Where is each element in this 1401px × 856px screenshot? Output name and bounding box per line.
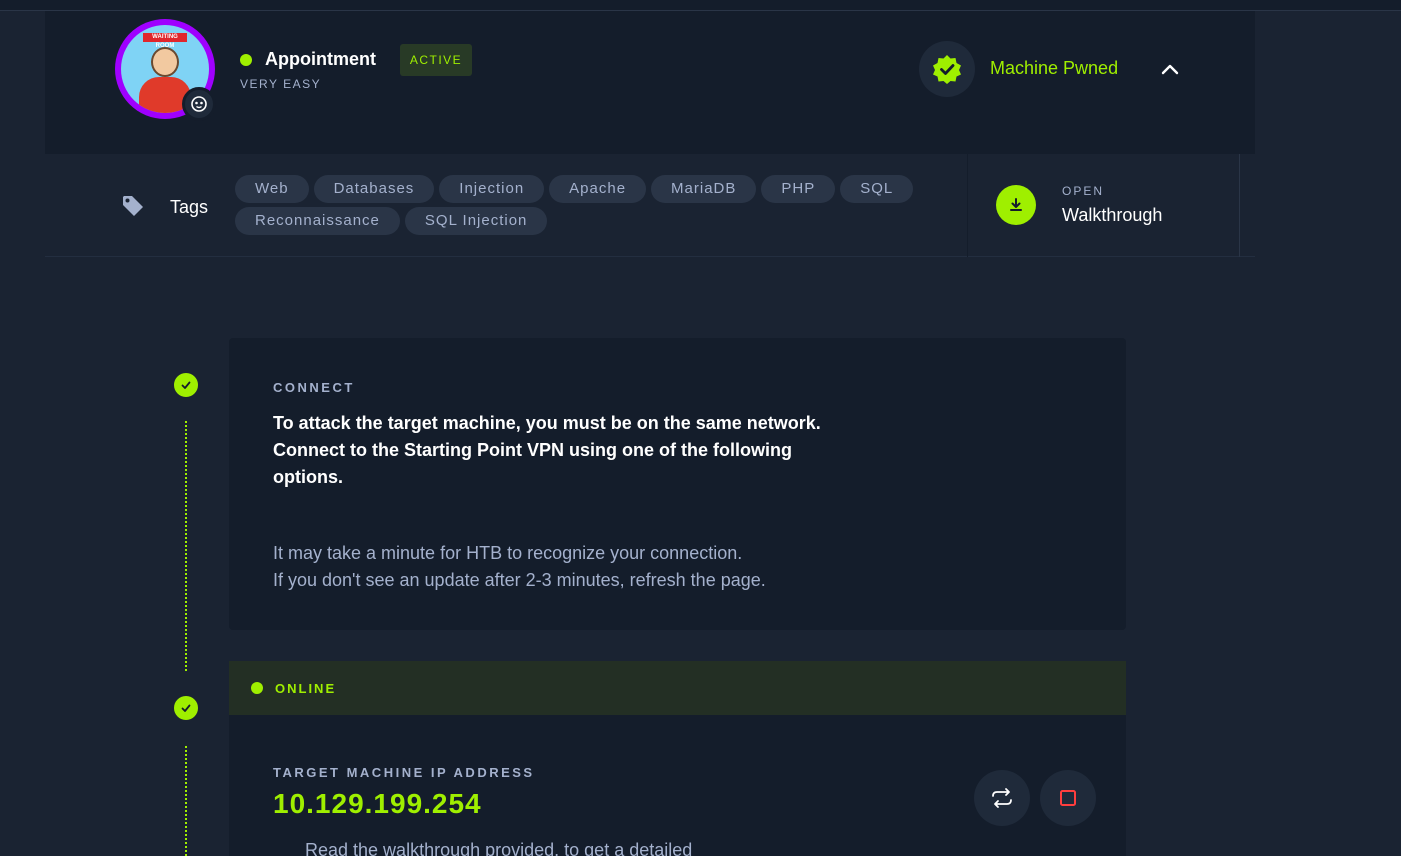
machine-title: Appointment [240,49,376,70]
top-navbar [0,0,1401,11]
online-status-bar: ONLINE [229,661,1126,715]
tag-chip[interactable]: Apache [549,175,647,203]
connect-line-1: To attack the target machine, you must b… [273,413,821,433]
tag-chip[interactable]: PHP [761,175,836,203]
timeline-connector [185,746,187,856]
tag-chip[interactable]: SQL [840,175,914,203]
connect-note-2: If you don't see an update after 2-3 min… [273,570,766,590]
machine-pwned-label: Machine Pwned [990,58,1119,78]
reset-machine-button[interactable] [974,770,1030,826]
pwned-badge [919,41,975,97]
tag-chip[interactable]: Injection [439,175,545,203]
download-icon [996,185,1036,225]
walkthrough-label: Walkthrough [1062,205,1163,225]
chevron-up-icon[interactable] [1161,62,1179,76]
check-icon [181,381,191,389]
tags-section: Tags Web Databases Injection Apache Mari… [45,154,1255,257]
avatar-figure-face [151,47,179,77]
machine-panel: WAITING ROOM Appointment ACTIVE VERY EAS… [45,11,1255,856]
tag-icon [123,196,143,216]
tag-chip[interactable]: Databases [313,175,435,203]
machine-header: WAITING ROOM Appointment ACTIVE VERY EAS… [45,11,1255,154]
timeline-connector [185,421,187,671]
step-connect-done [173,372,199,398]
status-badge: ACTIVE [400,44,472,76]
avatar-banner: WAITING ROOM [143,33,187,49]
tag-chip[interactable]: Reconnaissance [235,207,400,235]
walkthrough-open-label: OPEN [1062,184,1105,198]
target-heading: TARGET MACHINE IP ADDRESS [273,765,535,780]
check-icon [181,704,191,712]
stop-machine-button[interactable] [1040,770,1096,826]
walkthrough-button[interactable]: OPEN Walkthrough [967,154,1240,257]
connect-note-1: It may take a minute for HTB to recogniz… [273,543,743,563]
stop-icon [1060,790,1076,806]
reset-icon [992,788,1012,808]
tags-label: Tags [170,197,209,217]
target-card: TARGET MACHINE IP ADDRESS 10.129.199.254… [229,715,1126,856]
connect-line-2: Connect to the Starting Point VPN using … [273,440,792,487]
online-label: ONLINE [275,680,337,696]
online-dot [251,682,263,694]
target-note: Read the walkthrough provided, to get a … [305,840,693,856]
machine-name: Appointment [265,49,376,69]
verified-badge-icon [933,55,961,84]
tag-chip[interactable]: SQL Injection [404,207,548,235]
linux-icon [182,87,216,121]
step-online-done [173,695,199,721]
tag-chip[interactable]: Web [235,175,309,203]
difficulty-label: VERY EASY [240,77,322,91]
connect-heading: CONNECT [273,380,355,395]
status-dot [240,53,252,66]
tags-list: Web Databases Injection Apache MariaDB P… [235,175,945,235]
connect-card: CONNECT To attack the target machine, yo… [229,338,1126,630]
connect-instructions: To attack the target machine, you must b… [273,410,833,491]
connect-note: It may take a minute for HTB to recogniz… [273,540,833,594]
target-ip[interactable]: 10.129.199.254 [273,788,482,820]
tag-chip[interactable]: MariaDB [651,175,757,203]
